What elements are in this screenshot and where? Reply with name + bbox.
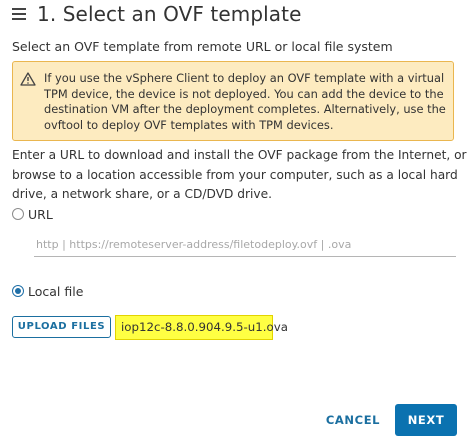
instructions-text: Enter a URL to download and install the … xyxy=(12,148,467,201)
local-file-radio[interactable] xyxy=(12,285,24,297)
warning-text: If you use the vSphere Client to deploy … xyxy=(44,71,446,132)
url-radio-label[interactable]: URL xyxy=(28,207,53,222)
next-button[interactable]: NEXT xyxy=(395,404,457,436)
hamburger-menu-icon[interactable] xyxy=(12,8,26,22)
page-subtitle: Select an OVF template from remote URL o… xyxy=(12,39,393,54)
upload-files-button[interactable]: UPLOAD FILES xyxy=(12,316,111,338)
tpm-warning-alert: If you use the vSphere Client to deploy … xyxy=(12,61,454,141)
url-radio[interactable] xyxy=(12,208,24,220)
url-input[interactable] xyxy=(34,233,456,257)
selected-file-name: iop12c-8.8.0.904.9.5-u1.ova xyxy=(115,315,288,340)
page-title: 1. Select an OVF template xyxy=(37,2,302,26)
cancel-button[interactable]: CANCEL xyxy=(322,406,384,434)
warning-triangle-icon xyxy=(20,72,36,86)
local-file-radio-label[interactable]: Local file xyxy=(28,284,83,299)
wizard-header: 1. Select an OVF template xyxy=(0,0,474,36)
